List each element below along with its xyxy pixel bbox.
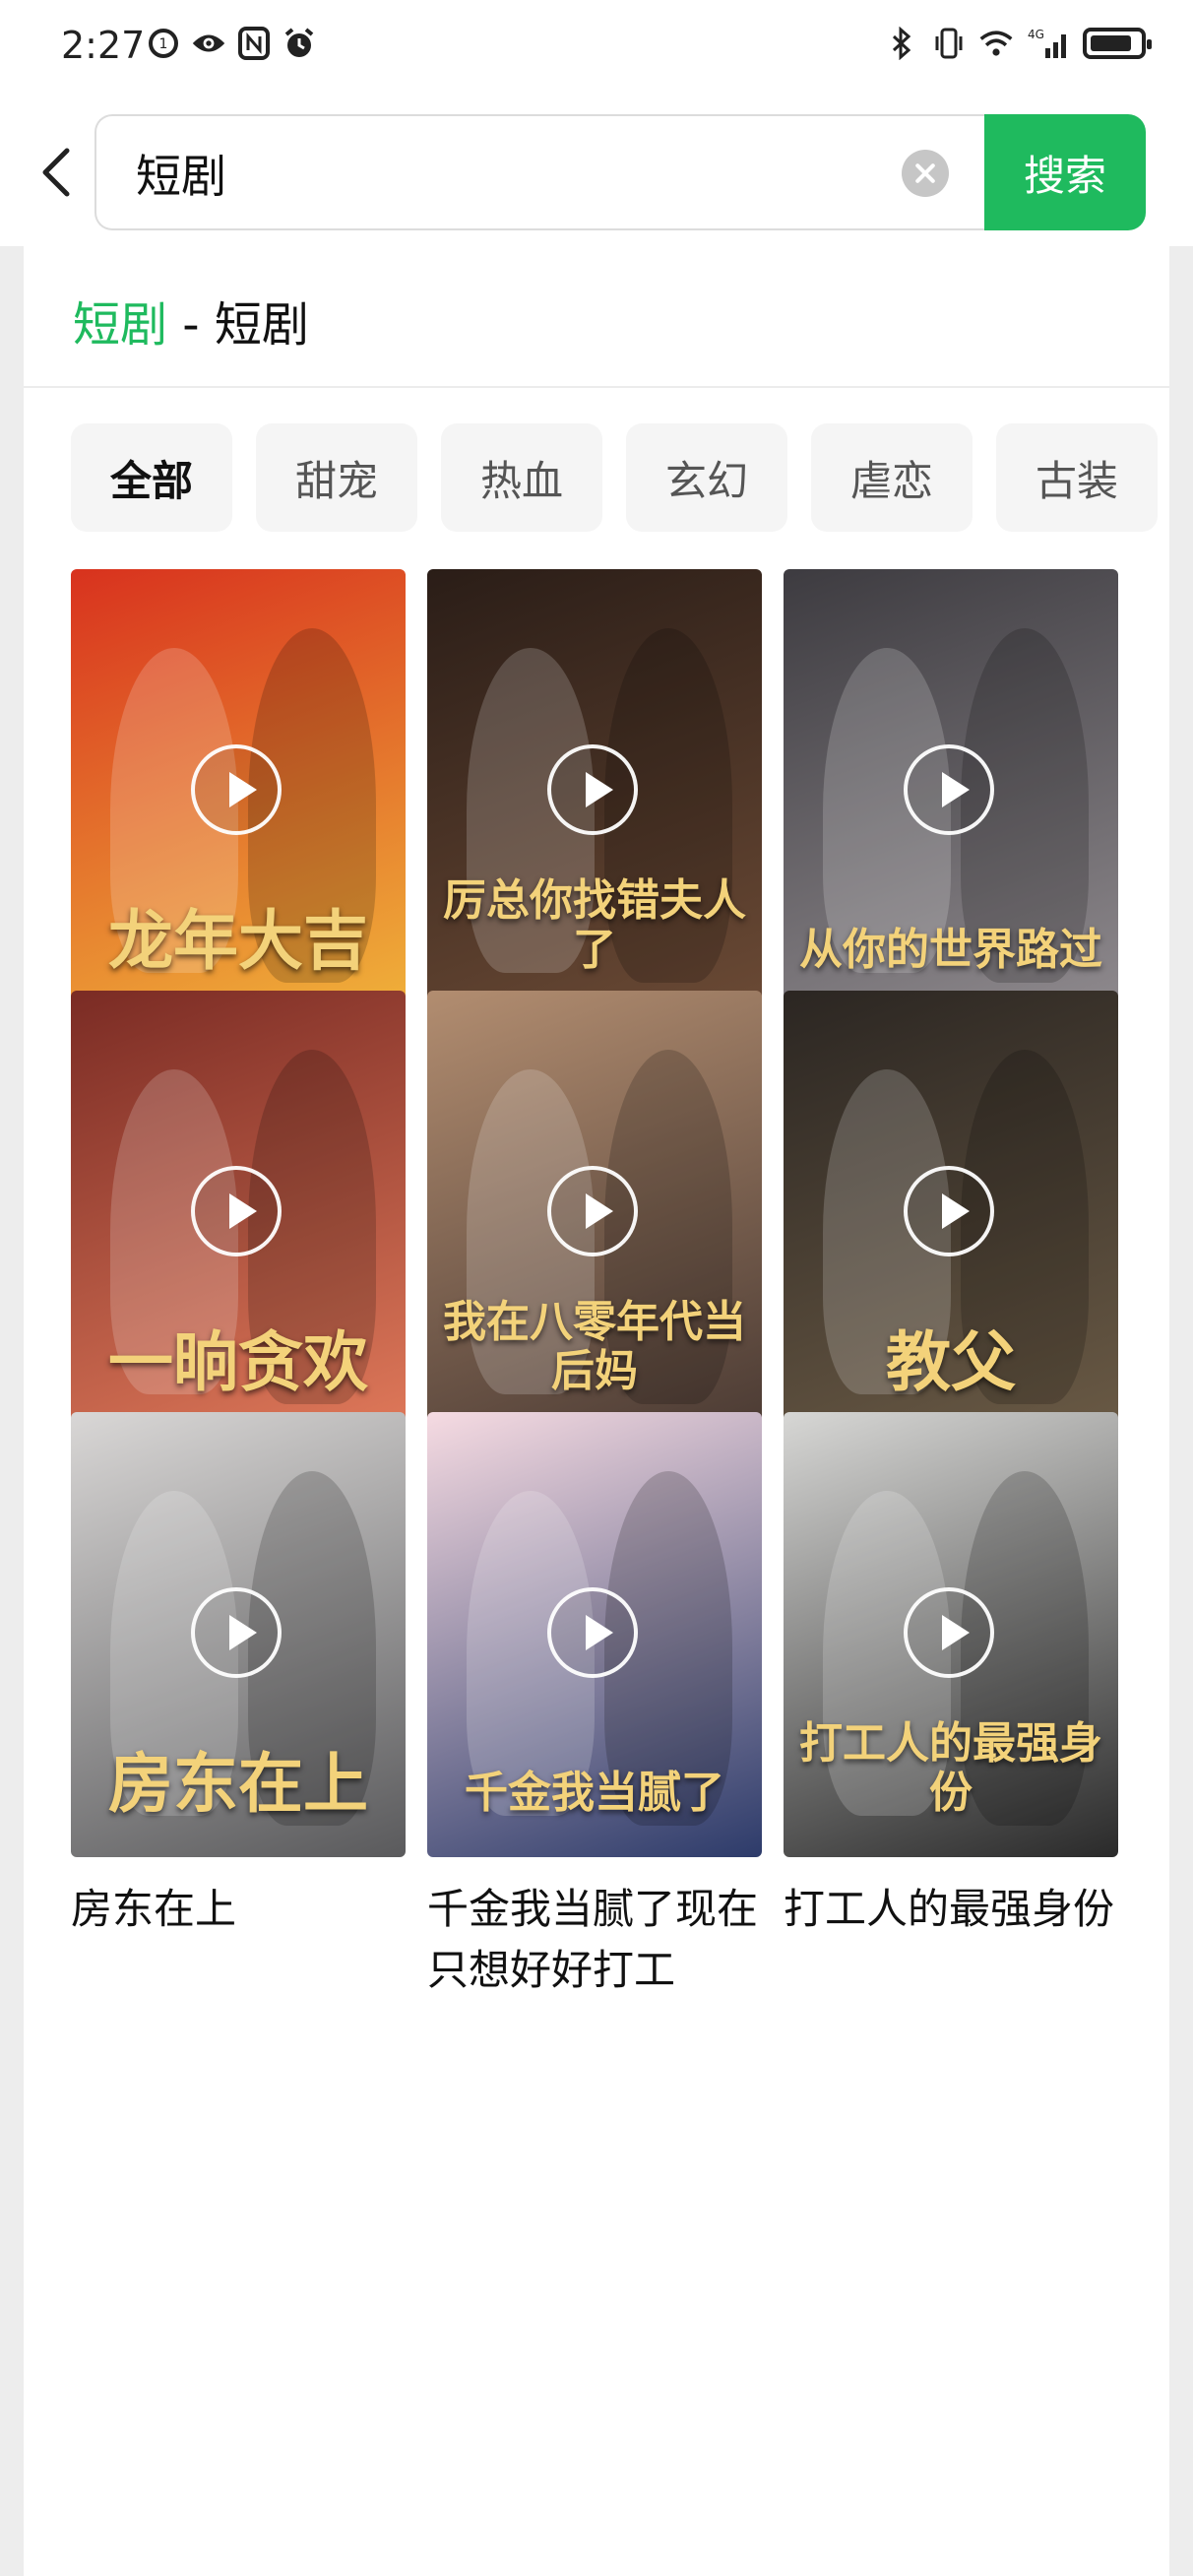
search-input[interactable]	[134, 116, 886, 230]
result-header-label: 短剧	[214, 297, 309, 353]
drama-title[interactable]: 打工人的最强身份	[784, 1879, 1118, 1940]
play-icon[interactable]	[547, 1166, 638, 1256]
filter-chip[interactable]: 虐恋	[811, 423, 973, 532]
drama-title[interactable]: 千金我当腻了现在只想好好打工	[427, 1879, 762, 2001]
result-header: 短剧 - 短剧	[73, 286, 309, 354]
eye-icon	[191, 26, 226, 61]
results-panel: 短剧 - 短剧 全部甜宠热血玄幻虐恋古装 龙年大吉龙年大吉之衣锦还乡都市/爱情/…	[24, 246, 1169, 2576]
play-icon[interactable]	[904, 1166, 994, 1256]
clear-search-icon[interactable]	[902, 150, 949, 197]
result-header-separator: -	[167, 297, 215, 353]
wifi-icon	[978, 26, 1014, 61]
drama-poster[interactable]: 龙年大吉	[71, 569, 406, 1014]
poster-title-art: 龙年大吉	[108, 902, 368, 979]
poster-title-art: 教父	[886, 1323, 1016, 1400]
nfc-icon	[236, 26, 272, 61]
play-icon[interactable]	[904, 744, 994, 835]
status-icons-right: 4G	[884, 26, 1152, 61]
drama-poster[interactable]: 千金我当腻了	[427, 1412, 762, 1857]
poster-title-art: 一晌贪欢	[108, 1323, 368, 1400]
drama-poster[interactable]: 厉总你找错夫人了	[427, 569, 762, 1014]
filter-chip[interactable]: 甜宠	[256, 423, 417, 532]
drama-title[interactable]: 房东在上	[71, 1879, 406, 1940]
drama-poster[interactable]: 房东在上	[71, 1412, 406, 1857]
battery-icon	[1083, 28, 1152, 59]
drama-card[interactable]: 千金我当腻了千金我当腻了现在只想好好打工	[427, 1412, 762, 2015]
data-saver-icon: 1	[146, 26, 181, 61]
play-icon[interactable]	[191, 744, 282, 835]
poster-title-art: 房东在上	[108, 1745, 368, 1822]
chevron-left-icon	[42, 148, 70, 197]
bluetooth-icon	[884, 26, 919, 61]
poster-title-art: 千金我当腻了	[465, 1768, 724, 1818]
play-icon[interactable]	[191, 1166, 282, 1256]
drama-poster[interactable]: 我在八零年代当后妈	[427, 991, 762, 1436]
drama-card[interactable]: 打工人的最强身份 打工人的最强身份	[784, 1412, 1118, 1954]
filter-chip[interactable]: 热血	[441, 423, 602, 532]
drama-poster[interactable]: 从你的世界路过	[784, 569, 1118, 1014]
filter-chip[interactable]: 玄幻	[626, 423, 787, 532]
back-button[interactable]	[30, 143, 89, 202]
play-icon[interactable]	[547, 1587, 638, 1678]
status-time: 2:27	[61, 24, 146, 67]
poster-title-art: 我在八零年代当后妈	[443, 1297, 746, 1396]
result-header-highlight: 短剧	[73, 297, 168, 353]
alarm-icon	[282, 26, 317, 61]
filter-chip[interactable]: 古装	[996, 423, 1158, 532]
signal-icon: 4G	[1026, 26, 1071, 61]
drama-poster[interactable]: 打工人的最强身份	[784, 1412, 1118, 1857]
network-type-label: 4G	[1028, 28, 1044, 41]
divider	[24, 386, 1169, 388]
battery-fill	[1091, 35, 1131, 51]
play-icon[interactable]	[904, 1587, 994, 1678]
poster-title-art: 从你的世界路过	[799, 925, 1102, 975]
drama-poster[interactable]: 一晌贪欢	[71, 991, 406, 1436]
drama-card[interactable]: 房东在上 房东在上	[71, 1412, 406, 1954]
filter-tabs: 全部 甜宠 热血 玄幻 虐恋 古装	[71, 423, 1158, 532]
play-icon[interactable]	[191, 1587, 282, 1678]
poster-title-art: 厉总你找错夫人了	[443, 875, 746, 975]
play-icon[interactable]	[547, 744, 638, 835]
search-header: 搜索	[0, 98, 1193, 246]
vibrate-icon	[931, 26, 967, 61]
filter-chip[interactable]: 全部	[71, 423, 232, 532]
drama-poster[interactable]: 教父	[784, 991, 1118, 1436]
status-icons-left: 1	[146, 26, 317, 61]
svg-text:1: 1	[159, 36, 168, 52]
poster-title-art: 打工人的最强身份	[799, 1718, 1102, 1818]
status-bar: 2:27 1 4G	[0, 0, 1193, 98]
search-button[interactable]: 搜索	[984, 114, 1146, 230]
search-box	[94, 114, 984, 230]
